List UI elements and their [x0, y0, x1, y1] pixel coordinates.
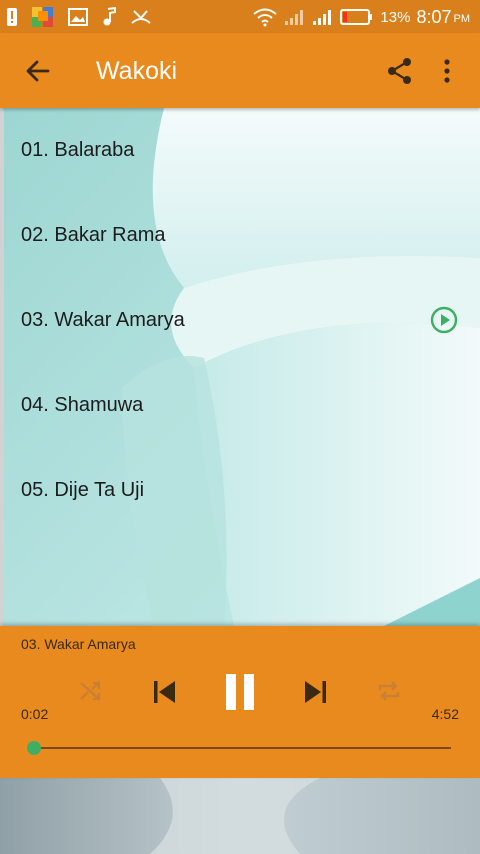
gallery-icon [68, 8, 88, 26]
track-title: 03. Wakar Amarya [21, 309, 185, 331]
shuffle-icon [80, 681, 101, 701]
bottom-wallpaper [0, 778, 480, 854]
previous-icon [154, 681, 175, 703]
shuffle-button[interactable] [74, 674, 108, 708]
repeat-button[interactable] [372, 674, 406, 708]
clock-time: 8:07 [416, 6, 452, 27]
app-grid-icon [32, 7, 53, 27]
page-title: Wakoki [96, 57, 178, 85]
player-panel: 03. Wakar Amarya 0:02 4:52 [0, 626, 480, 778]
repeat-icon [378, 681, 400, 701]
system-icons: 13% 8:07 PM [252, 5, 470, 29]
bottom-wallpaper-art [0, 778, 480, 854]
share-icon [388, 58, 411, 84]
seek-bar[interactable] [31, 747, 451, 749]
next-button[interactable] [298, 674, 334, 710]
now-playing-title: 03. Wakar Amarya [21, 636, 136, 652]
battery-icon [340, 9, 373, 25]
track-item-3[interactable]: 03. Wakar Amarya [4, 278, 480, 363]
clock-ampm: PM [453, 13, 471, 25]
status-bar: 13% 8:07 PM [0, 0, 480, 33]
pause-button[interactable] [218, 670, 262, 714]
previous-button[interactable] [146, 674, 182, 710]
seek-bar-thumb[interactable] [26, 741, 41, 755]
battery-percent: 13% [380, 8, 411, 26]
track-item-2[interactable]: 02. Bakar Rama [4, 193, 480, 278]
app-bar: Wakoki [0, 33, 480, 108]
track-item-4[interactable]: 04. Shamuwa [4, 363, 480, 448]
total-time: 4:52 [431, 706, 459, 722]
more-options-button[interactable] [432, 53, 462, 89]
signal-icon [313, 10, 332, 25]
signal-icon [285, 10, 304, 25]
track-title: 05. Dije Ta Uji [21, 479, 145, 501]
track-list: 01. Balaraba 02. Bakar Rama 03. Wakar Am… [0, 108, 480, 626]
back-arrow-icon [26, 60, 50, 82]
back-button[interactable] [20, 53, 56, 89]
track-title: 02. Bakar Rama [21, 224, 166, 246]
track-item-1[interactable]: 01. Balaraba [4, 108, 480, 193]
track-title: 04. Shamuwa [21, 394, 144, 416]
elapsed-time: 0:02 [21, 706, 49, 722]
notification-icons [6, 6, 152, 28]
music-note-icon [103, 7, 116, 26]
wifi-icon [253, 8, 278, 27]
next-icon [305, 681, 326, 703]
alert-icon [7, 8, 17, 26]
pause-icon [226, 674, 254, 710]
share-button[interactable] [382, 53, 418, 89]
track-title: 01. Balaraba [21, 139, 135, 161]
track-item-5[interactable]: 05. Dije Ta Uji [4, 448, 480, 533]
more-vert-icon [444, 59, 450, 83]
missed-call-icon [131, 10, 151, 24]
now-playing-icon[interactable] [430, 306, 458, 334]
